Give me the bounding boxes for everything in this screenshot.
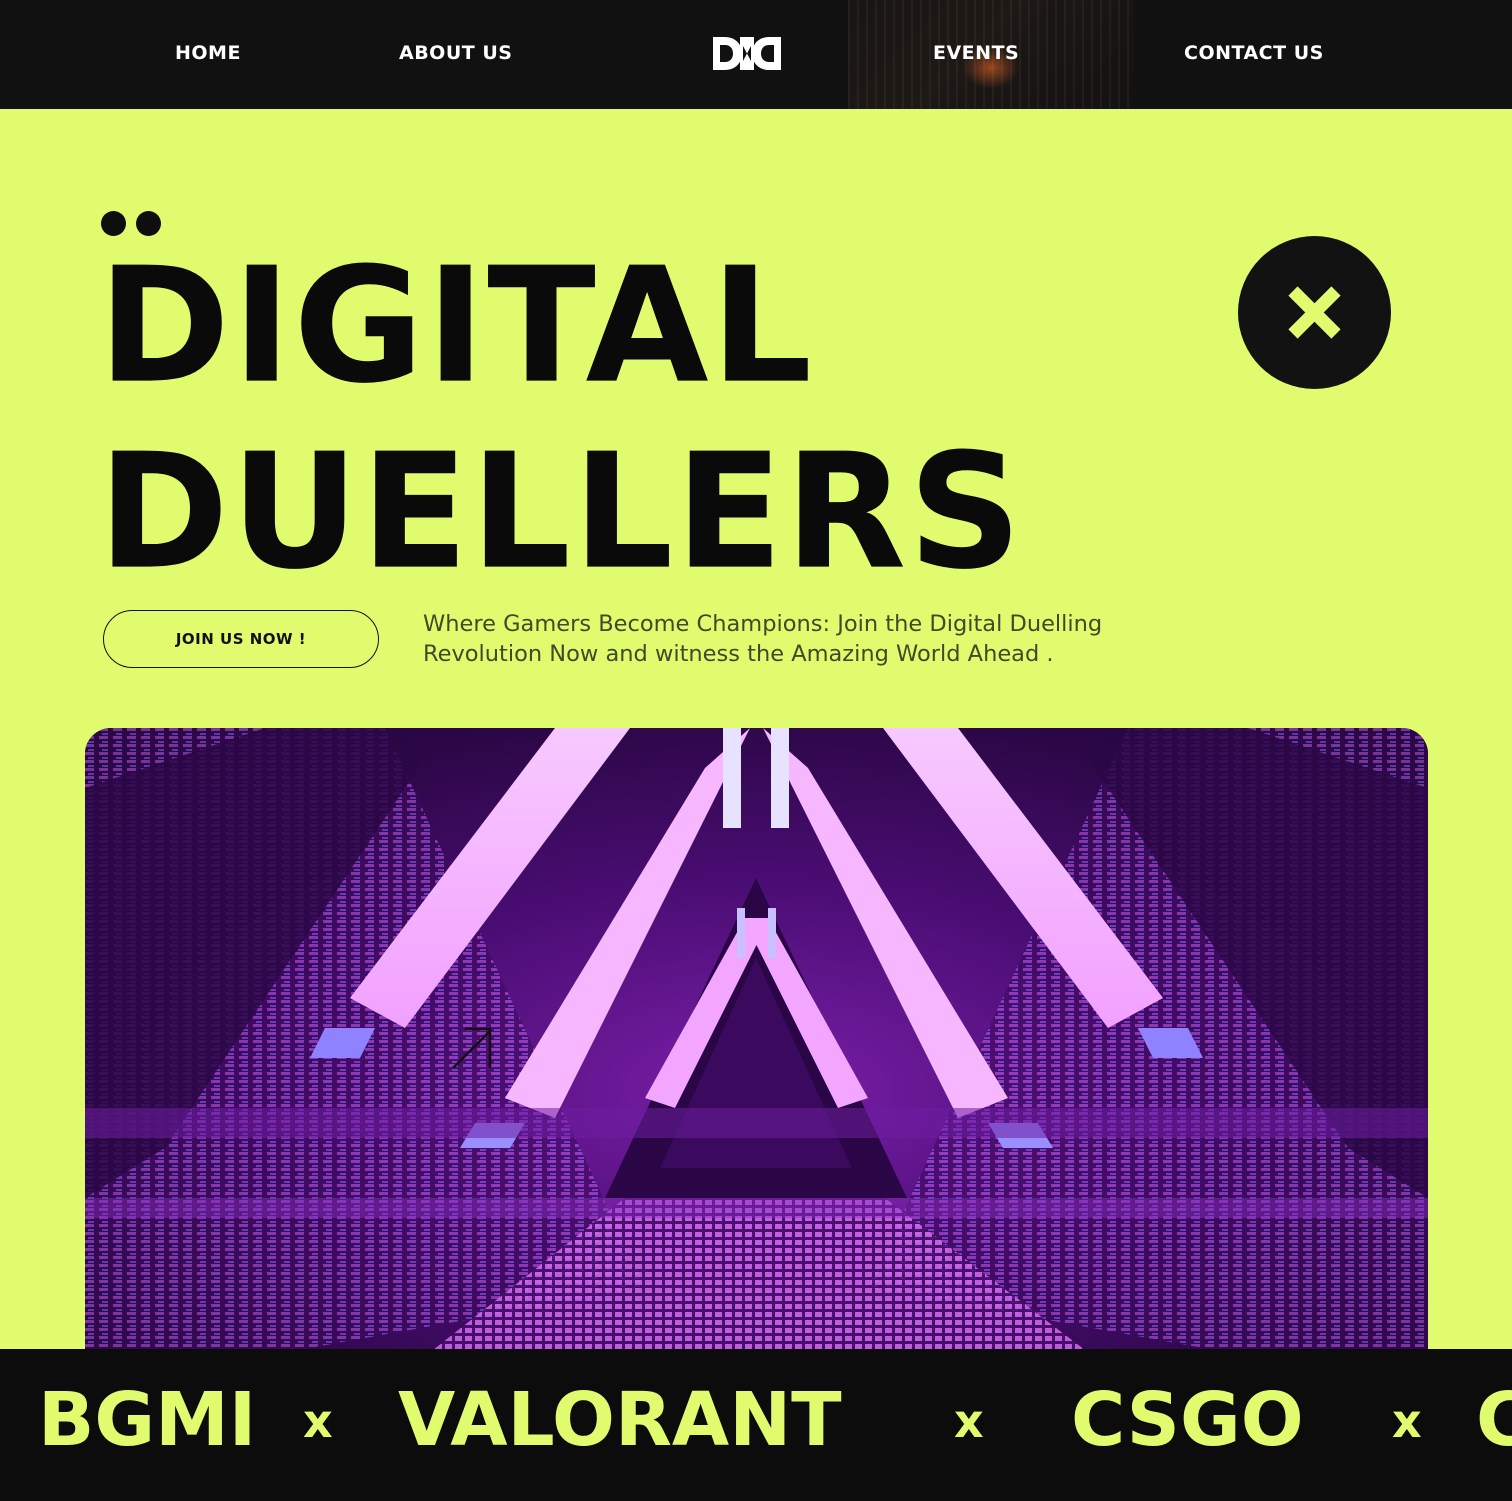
dd-logo-icon[interactable] (711, 36, 783, 71)
close-icon (1288, 286, 1341, 339)
hero-tagline: Where Gamers Become Champions: Join the … (423, 611, 1103, 667)
nav-link-contact-us[interactable]: CONTACT US (1184, 42, 1324, 64)
top-navigation: HOME ABOUT US EVENTS CONTACT US (0, 0, 1512, 109)
hero-title-line-2: DUELLERS (98, 418, 1024, 605)
join-us-now-button[interactable]: JOIN US NOW ! (103, 610, 379, 668)
nav-link-about-us[interactable]: ABOUT US (399, 42, 512, 64)
marquee-item-bgmi: BGMI (38, 1377, 257, 1463)
marquee-item-csgo: CSGO (1071, 1377, 1304, 1463)
marquee-item-partial: C (1476, 1377, 1512, 1463)
close-button[interactable] (1238, 236, 1391, 389)
marquee-separator: x (1392, 1394, 1422, 1448)
nav-link-home[interactable]: HOME (175, 42, 241, 64)
neon-triangle-tunnel-image (85, 728, 1428, 1388)
nav-link-events[interactable]: EVENTS (933, 42, 1019, 64)
marquee-separator: x (303, 1394, 333, 1448)
marquee-separator: x (954, 1394, 984, 1448)
marquee-item-valorant: VALORANT (398, 1377, 842, 1463)
hero-title-line-1: DIGITAL (98, 232, 815, 419)
hero-media-image[interactable] (85, 728, 1428, 1388)
